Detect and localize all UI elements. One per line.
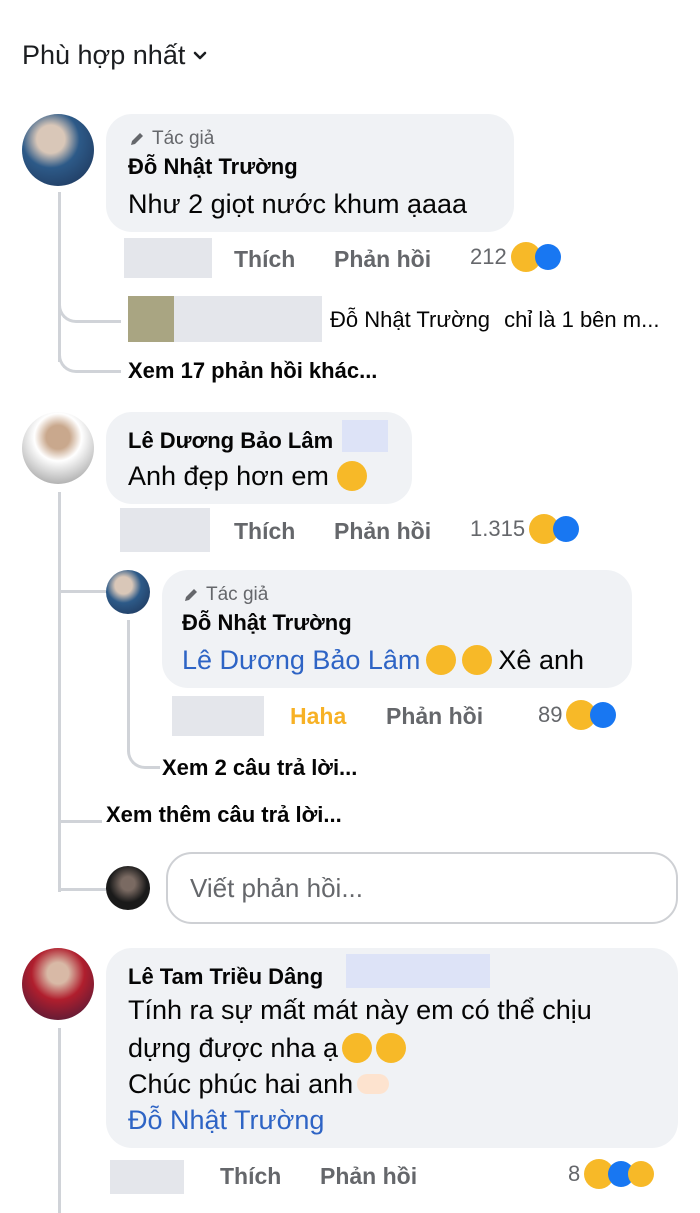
reaction-summary[interactable]: 212 bbox=[470, 242, 561, 272]
like-icon bbox=[553, 516, 580, 542]
chevron-down-icon bbox=[194, 51, 207, 59]
reaction-count: 89 bbox=[538, 702, 563, 727]
like-button[interactable]: Thích bbox=[234, 518, 295, 545]
reaction-summary[interactable]: 89 bbox=[538, 700, 617, 730]
reply-input[interactable]: Viết phản hồi... bbox=[166, 852, 678, 924]
author-tag-label: Tác giả bbox=[206, 584, 269, 605]
sad-icon bbox=[628, 1161, 655, 1187]
thread-branch bbox=[58, 790, 102, 823]
comment-text: Anh đẹp hơn em bbox=[128, 461, 329, 491]
blurred-timestamp bbox=[172, 696, 264, 736]
reply-button[interactable]: Phản hồi bbox=[386, 703, 483, 730]
reply-text-wrap: Lê Dương Bảo Lâm Xê anh bbox=[182, 642, 584, 678]
reaction-summary[interactable]: 1.315 bbox=[470, 514, 580, 544]
thread-branch bbox=[58, 560, 106, 593]
comment-text-line2-wrap: dựng được nha ạ bbox=[128, 1030, 406, 1066]
yawning-emoji-icon bbox=[376, 1033, 406, 1063]
reply-button[interactable]: Phản hồi bbox=[334, 246, 431, 273]
comment-author-name[interactable]: Đỗ Nhật Trường bbox=[128, 154, 298, 180]
thread-line bbox=[58, 492, 61, 892]
comment-text-line2: dựng được nha ạ bbox=[128, 1033, 338, 1063]
pencil-icon bbox=[131, 133, 143, 145]
blurred-avatar bbox=[128, 296, 174, 342]
blurred-timestamp bbox=[110, 1160, 184, 1194]
reply-preview-name: Đỗ Nhật Trường bbox=[330, 307, 490, 332]
comment-text-line3: Chúc phúc hai anh bbox=[128, 1069, 354, 1099]
haha-reaction-button[interactable]: Haha bbox=[290, 703, 346, 730]
comment-author-name[interactable]: Lê Dương Bảo Lâm bbox=[128, 428, 333, 454]
thread-line bbox=[127, 620, 160, 769]
comment-bubble: Lê Dương Bảo Lâm Anh đẹp hơn em bbox=[106, 412, 412, 504]
smirk-emoji-icon bbox=[336, 461, 367, 491]
view-more-replies-link[interactable]: Xem 17 phản hồi khác... bbox=[128, 358, 377, 384]
mention-link[interactable]: Lê Dương Bảo Lâm bbox=[182, 642, 420, 678]
sort-dropdown[interactable]: Phù hợp nhất bbox=[22, 40, 207, 71]
hands-emoji-icon bbox=[357, 1074, 390, 1094]
laughing-emoji-icon bbox=[462, 645, 493, 675]
like-icon bbox=[534, 244, 561, 270]
comment-text-line1: Tính ra sự mất mát này em có thể chịu bbox=[128, 995, 592, 1025]
avatar[interactable] bbox=[106, 570, 150, 614]
author-tag: Tác giả bbox=[182, 584, 268, 606]
reaction-count: 212 bbox=[470, 244, 507, 269]
reply-text: Xê anh bbox=[498, 645, 584, 675]
like-button[interactable]: Thích bbox=[234, 246, 295, 273]
view-more-replies-link[interactable]: Xem 2 câu trả lời... bbox=[162, 755, 357, 781]
crying-laughing-emoji-icon bbox=[342, 1033, 372, 1063]
blurred-name bbox=[174, 296, 322, 342]
blurred-badge bbox=[342, 420, 388, 452]
reply-bubble: Tác giả Đỗ Nhật Trường Lê Dương Bảo Lâm … bbox=[162, 570, 632, 688]
comment-text-wrap: Anh đẹp hơn em bbox=[128, 458, 367, 494]
pencil-icon bbox=[185, 589, 197, 601]
thread-branch bbox=[58, 290, 121, 323]
avatar[interactable] bbox=[22, 114, 94, 186]
avatar[interactable] bbox=[22, 948, 94, 1020]
like-icon bbox=[590, 702, 617, 728]
sort-label: Phù hợp nhất bbox=[22, 40, 186, 70]
comment-text-line3-wrap: Chúc phúc hai anh bbox=[128, 1066, 390, 1102]
laughing-emoji-icon bbox=[426, 645, 457, 675]
like-button[interactable]: Thích bbox=[220, 1163, 281, 1190]
comment-author-name[interactable]: Lê Tam Triều Dâng bbox=[128, 964, 323, 990]
reaction-count: 1.315 bbox=[470, 516, 526, 541]
comment-bubble: Tác giả Đỗ Nhật Trường Như 2 giọt nước k… bbox=[106, 114, 514, 232]
thread-branch bbox=[58, 340, 121, 373]
see-more-replies-link[interactable]: Xem thêm câu trả lời... bbox=[106, 802, 342, 828]
reply-preview[interactable]: Đỗ Nhật Trường chỉ là 1 bên m... bbox=[330, 307, 659, 333]
blurred-timestamp bbox=[120, 508, 210, 552]
reply-button[interactable]: Phản hồi bbox=[320, 1163, 417, 1190]
author-tag-label: Tác giả bbox=[152, 128, 215, 149]
reply-author-name[interactable]: Đỗ Nhật Trường bbox=[182, 610, 352, 636]
mention-link[interactable]: Đỗ Nhật Trường bbox=[128, 1102, 324, 1138]
reply-input-placeholder: Viết phản hồi... bbox=[190, 872, 363, 903]
reply-preview-text: chỉ là 1 bên m... bbox=[504, 307, 660, 332]
comment-text: Như 2 giọt nước khum ạaaa bbox=[128, 189, 468, 219]
thread-line bbox=[58, 1028, 61, 1213]
comment-bubble: Lê Tam Triều Dâng Tính ra sự mất mát này… bbox=[106, 948, 678, 1148]
avatar[interactable] bbox=[22, 412, 94, 484]
author-tag: Tác giả bbox=[128, 128, 214, 150]
blurred-badge bbox=[346, 954, 490, 988]
current-user-avatar bbox=[106, 866, 150, 910]
blurred-timestamp bbox=[124, 238, 212, 278]
reply-button[interactable]: Phản hồi bbox=[334, 518, 431, 545]
thread-branch bbox=[58, 860, 106, 891]
thread-line bbox=[58, 192, 61, 362]
reaction-summary[interactable]: 8 bbox=[568, 1159, 655, 1189]
reaction-count: 8 bbox=[568, 1161, 581, 1186]
